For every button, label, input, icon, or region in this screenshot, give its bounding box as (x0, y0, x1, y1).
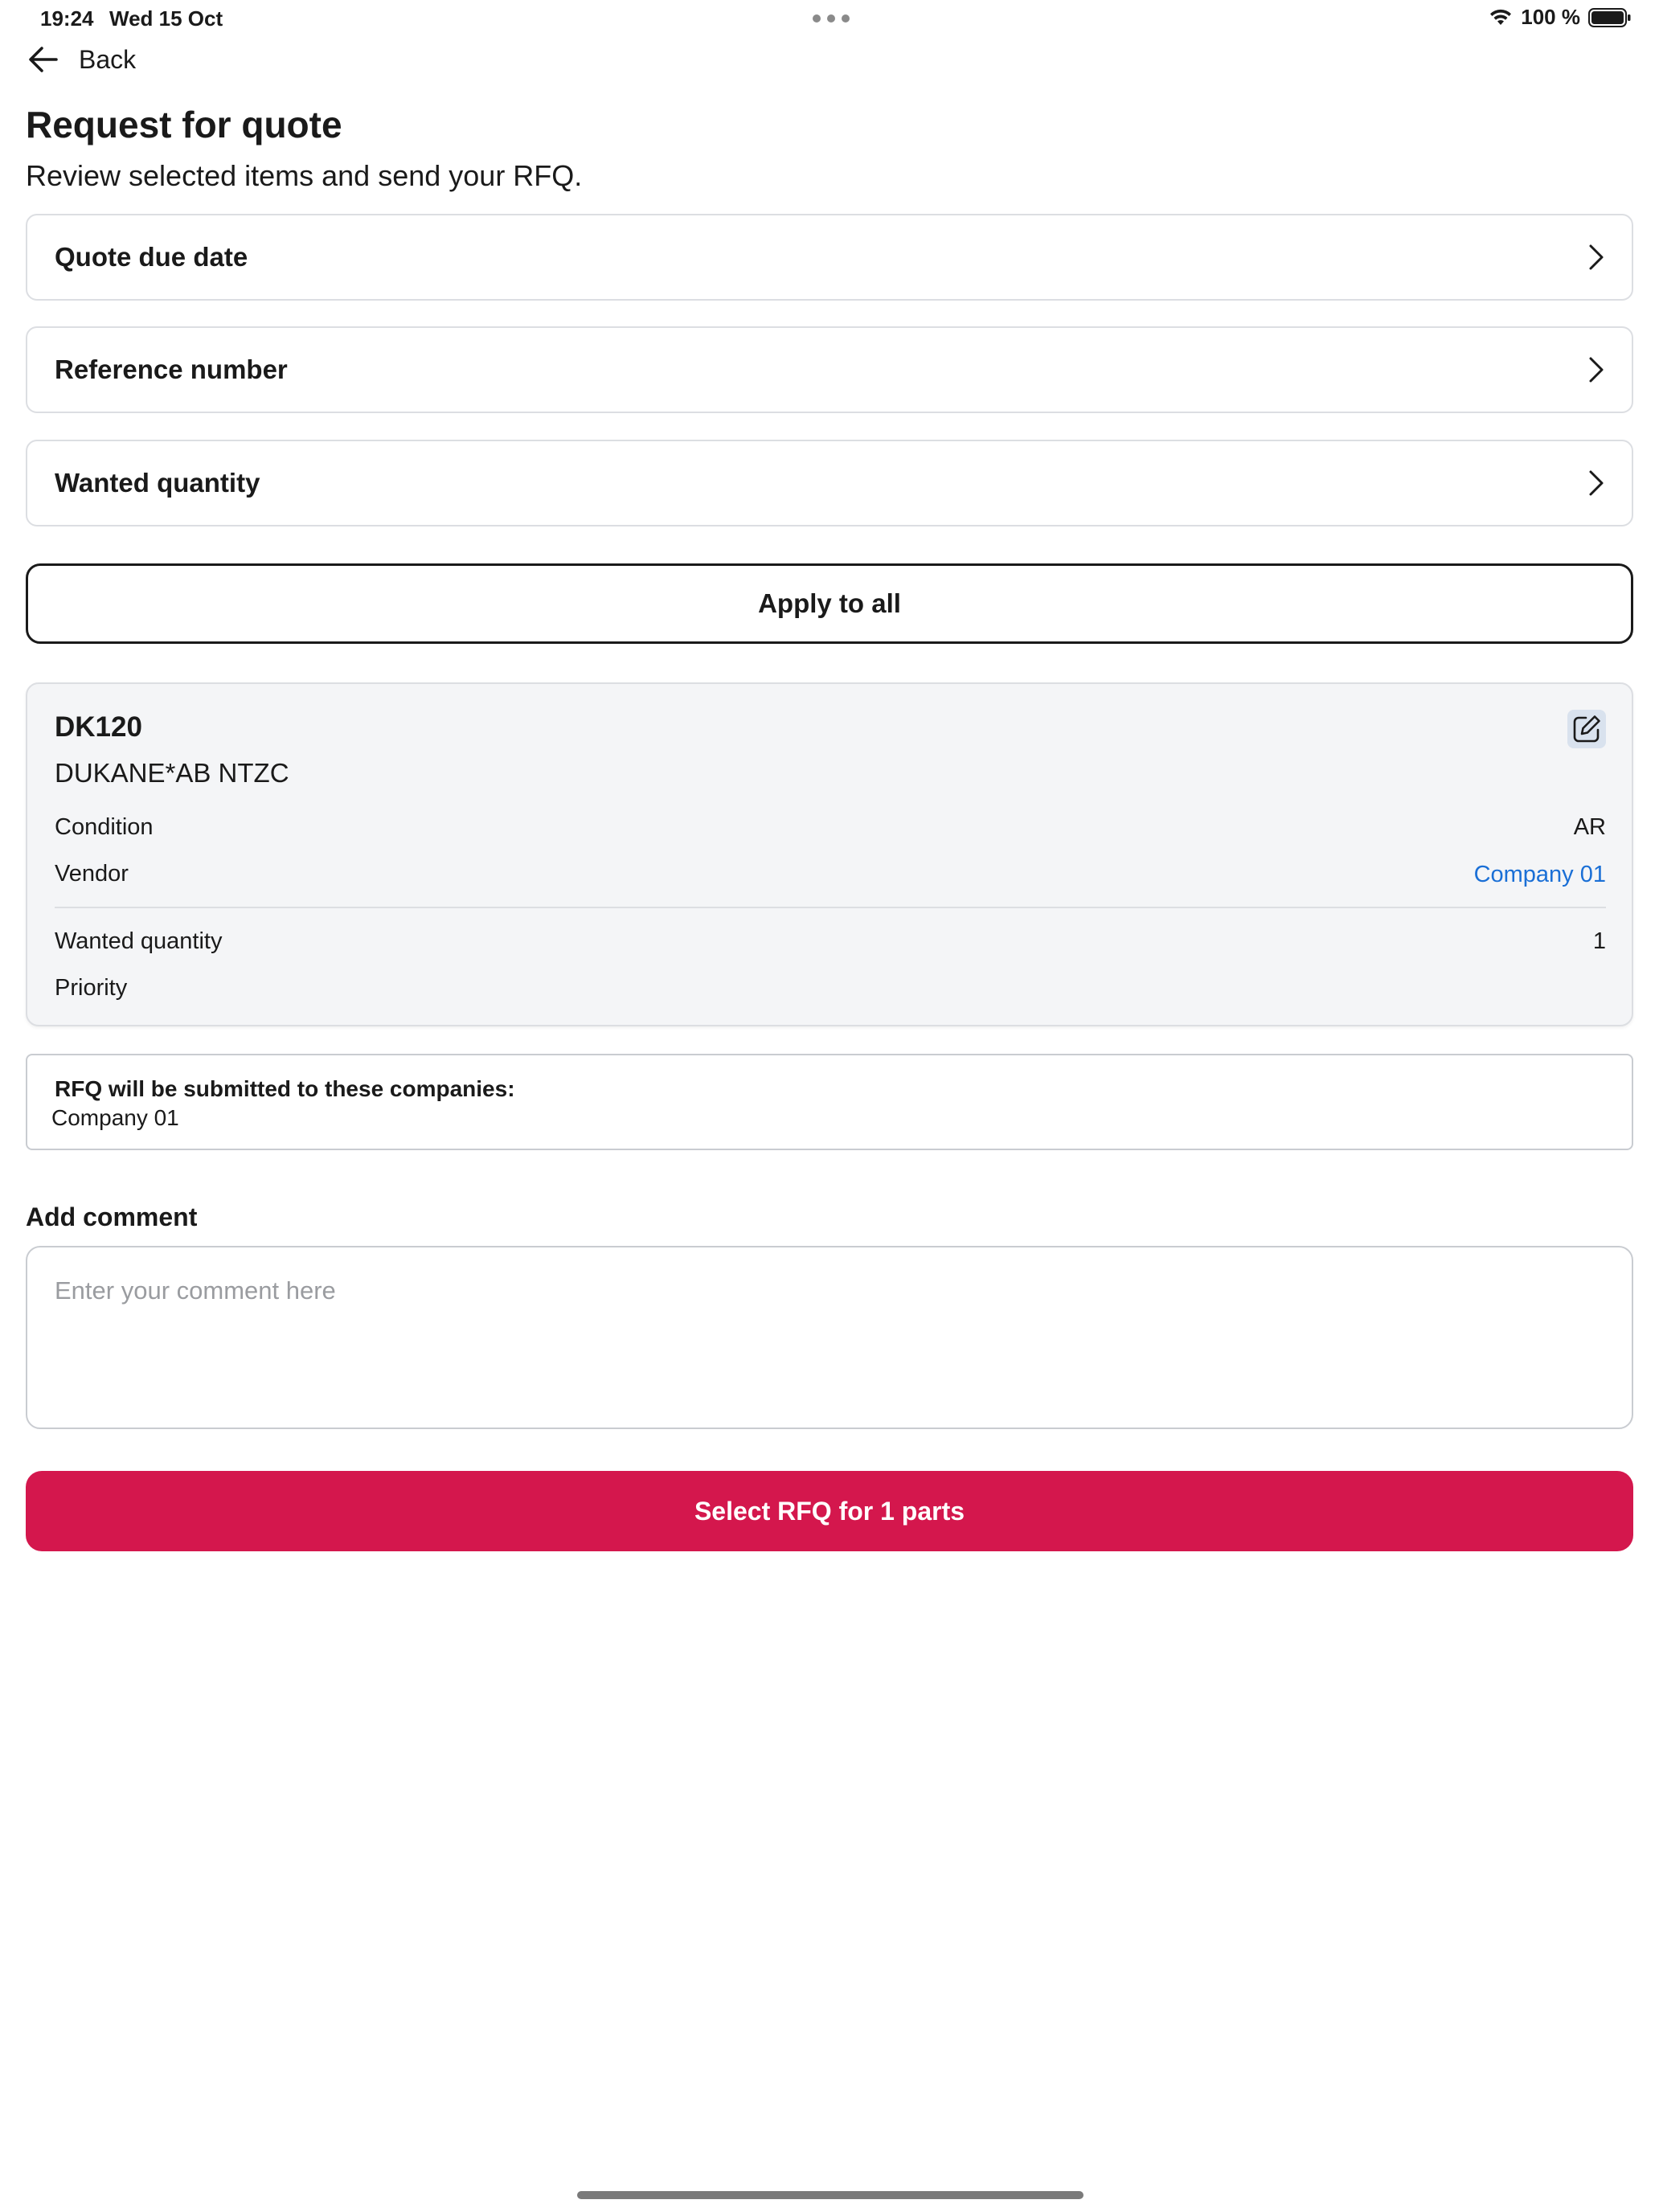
back-button[interactable]: Back (27, 40, 136, 79)
battery-icon (1588, 7, 1631, 27)
status-date: Wed 15 Oct (109, 6, 223, 31)
status-indicators: 100 % (1489, 5, 1632, 30)
edit-icon (1573, 715, 1600, 743)
back-label: Back (79, 44, 137, 74)
rfq-companies-box: RFQ will be submitted to these companies… (26, 1054, 1633, 1150)
priority-label: Priority (55, 975, 128, 1001)
condition-label: Condition (55, 814, 154, 840)
chevron-right-icon (1589, 357, 1604, 383)
page-title: Request for quote (26, 104, 342, 145)
wanted-quantity-row[interactable]: Wanted quantity (26, 440, 1633, 526)
comment-input[interactable] (26, 1246, 1633, 1429)
chevron-right-icon (1589, 244, 1604, 270)
battery-percentage: 100 % (1521, 5, 1580, 29)
quote-due-date-row[interactable]: Quote due date (26, 214, 1633, 301)
home-indicator[interactable] (577, 2191, 1083, 2199)
option-label: Quote due date (55, 242, 248, 272)
condition-value: AR (1573, 814, 1606, 840)
page-subtitle: Review selected items and send your RFQ. (26, 159, 583, 192)
edit-part-button[interactable] (1567, 710, 1606, 748)
multitasking-dots-icon[interactable] (813, 14, 850, 23)
status-bar: 19:24 Wed 15 Oct 100 % (0, 0, 1659, 39)
reference-number-row[interactable]: Reference number (26, 326, 1633, 413)
option-label: Wanted quantity (55, 468, 260, 498)
part-description: DUKANE*AB NTZC (55, 758, 289, 788)
wifi-icon (1490, 9, 1512, 25)
wanted-quantity-label: Wanted quantity (55, 928, 223, 954)
select-rfq-button[interactable]: Select RFQ for 1 parts (26, 1471, 1633, 1551)
part-number: DK120 (55, 711, 142, 743)
vendor-link[interactable]: Company 01 (1474, 862, 1606, 888)
apply-to-all-button[interactable]: Apply to all (26, 563, 1633, 644)
wanted-quantity-value: 1 (1592, 928, 1606, 954)
arrow-left-icon (29, 47, 58, 72)
add-comment-label: Add comment (26, 1202, 198, 1231)
option-label: Reference number (55, 354, 288, 384)
companies-list: Company 01 (51, 1105, 179, 1130)
rfq-screen: 19:24 Wed 15 Oct 100 % Back Request for … (0, 0, 1659, 2212)
chevron-right-icon (1589, 470, 1604, 496)
part-card: DK120 DUKANE*AB NTZC Condition AR Vendor… (26, 682, 1633, 1026)
vendor-label: Vendor (55, 861, 129, 887)
status-time: 19:24 (40, 6, 94, 31)
companies-title: RFQ will be submitted to these companies… (55, 1076, 515, 1101)
card-divider (55, 907, 1606, 908)
